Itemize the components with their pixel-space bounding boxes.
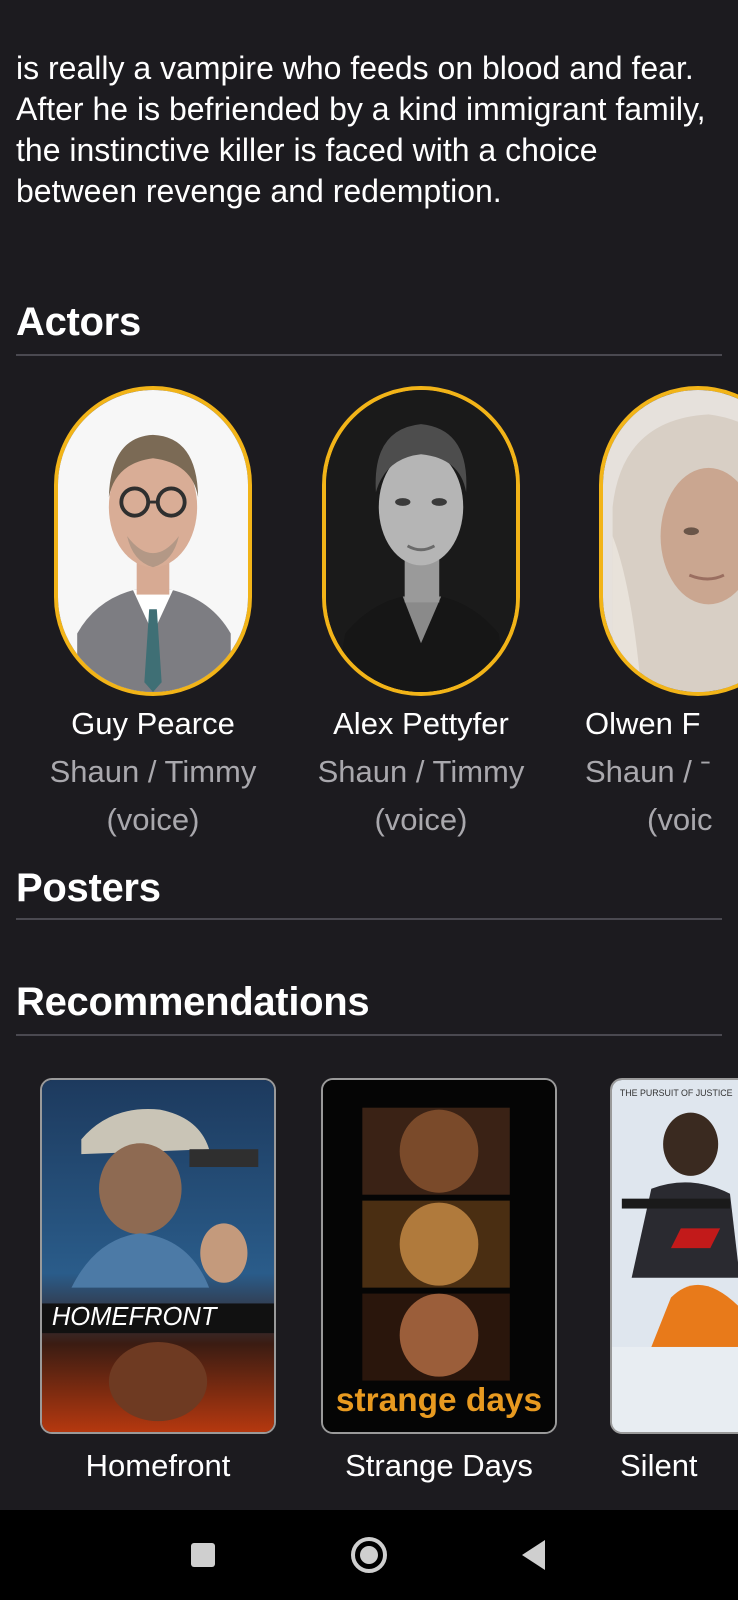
square-icon[interactable]	[178, 1530, 228, 1580]
actor-role-line2: (voic	[647, 802, 713, 837]
recommendation-strange-days[interactable]: strange days Strange Days	[319, 1078, 559, 1484]
actor-card-olwen[interactable]: Olwen F Shaun / ˉ (voic	[575, 386, 738, 844]
actor-role: Shaun / ˉ (voic	[575, 748, 738, 844]
actor-role-line2: (voice)	[374, 802, 468, 837]
actor-name: Olwen F	[585, 706, 701, 741]
recommendation-silent[interactable]: THE PURSUIT OF JUSTICE Silent	[600, 1078, 738, 1484]
circle-icon[interactable]	[344, 1530, 394, 1580]
recommendation-title: Silent	[620, 1448, 698, 1483]
actor-card-guy-pearce[interactable]: Guy Pearce Shaun / Timmy (voice)	[33, 386, 273, 844]
actor-name: Guy Pearce	[71, 706, 235, 741]
actor-photo	[54, 386, 252, 696]
actors-carousel[interactable]: Guy Pearce Shaun / Timmy (voice) Alex Pe…	[0, 386, 738, 856]
triangle-back-icon[interactable]	[510, 1530, 560, 1580]
actors-heading: Actors	[16, 300, 141, 344]
movie-poster: strange days	[321, 1078, 557, 1434]
movie-poster: HOMEFRONT	[40, 1078, 276, 1434]
posters-heading: Posters	[16, 866, 161, 910]
recommendations-divider	[16, 1034, 722, 1036]
recommendations-carousel[interactable]: HOMEFRONT Homefront strange days Strange…	[0, 1078, 738, 1498]
actor-name: Alex Pettyfer	[333, 706, 509, 741]
actor-card-alex-pettyfer[interactable]: Alex Pettyfer Shaun / Timmy (voice)	[301, 386, 541, 844]
poster-title-text: strange days	[336, 1382, 542, 1419]
actor-photo	[322, 386, 520, 696]
poster-tagline: THE PURSUIT OF JUSTICE	[620, 1088, 733, 1098]
actor-photo	[599, 386, 738, 696]
android-nav-bar	[0, 1510, 738, 1600]
actor-role-line1: Shaun / Timmy	[49, 754, 257, 789]
synopsis-text: is really a vampire who feeds on blood a…	[16, 50, 706, 209]
actor-role-line2: (voice)	[106, 802, 200, 837]
recommendation-title: Homefront	[85, 1448, 231, 1483]
actors-divider	[16, 354, 722, 356]
posters-divider	[16, 918, 722, 920]
actor-role: Shaun / Timmy (voice)	[301, 748, 541, 844]
poster-title-text: HOMEFRONT	[52, 1303, 219, 1331]
movie-details-content[interactable]: is really a vampire who feeds on blood a…	[0, 0, 738, 1510]
recommendation-title: Strange Days	[345, 1448, 533, 1483]
actor-role-line1: Shaun / ˉ	[585, 754, 711, 789]
recommendation-homefront[interactable]: HOMEFRONT Homefront	[38, 1078, 278, 1484]
actor-role-line1: Shaun / Timmy	[317, 754, 525, 789]
movie-poster: THE PURSUIT OF JUSTICE	[610, 1078, 738, 1434]
recommendations-heading: Recommendations	[16, 980, 370, 1024]
actor-role: Shaun / Timmy (voice)	[33, 748, 273, 844]
